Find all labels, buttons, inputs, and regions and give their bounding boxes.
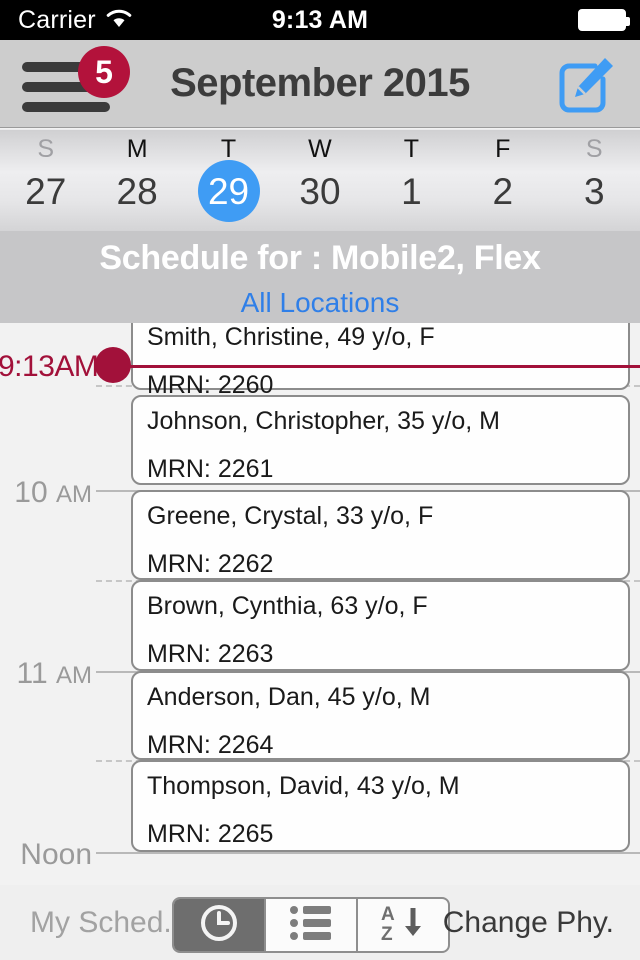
- appointment-card[interactable]: Brown, Cynthia, 63 y/o, F MRN: 2263: [131, 580, 630, 671]
- bottom-toolbar: My Sched. A Z Change Phy.: [0, 885, 640, 960]
- week-date-cell[interactable]: 27: [0, 162, 91, 220]
- list-icon: [289, 904, 333, 947]
- current-time-line: [125, 365, 640, 368]
- agenda-scroll-view[interactable]: 10 AM 11 AM Noon Smith, Christine, 49 y/…: [0, 323, 640, 885]
- schedule-for-label: Schedule for : Mobile2, Flex: [99, 239, 541, 277]
- hour-label-10am: 10 AM: [0, 478, 92, 508]
- appointment-card[interactable]: Greene, Crystal, 33 y/o, F MRN: 2262: [131, 490, 630, 580]
- patient-mrn: MRN: 2265: [147, 820, 274, 848]
- dow-label: F: [495, 135, 511, 163]
- hamburger-bar: [22, 101, 110, 112]
- segment-list-view[interactable]: [266, 899, 358, 951]
- date-number-selected: 29: [197, 160, 260, 223]
- week-date-cell-selected[interactable]: 29: [183, 160, 274, 223]
- appointment-card[interactable]: Smith, Christine, 49 y/o, F MRN: 2260: [131, 323, 630, 399]
- date-number: 3: [583, 170, 605, 212]
- view-mode-segmented-control[interactable]: A Z: [172, 897, 450, 953]
- date-number: 28: [116, 170, 158, 212]
- week-day-wednesday[interactable]: W: [274, 129, 365, 162]
- hour-divider-noon: [96, 852, 640, 854]
- week-day-tuesday[interactable]: T: [183, 129, 274, 162]
- hour-label-value: 11: [16, 657, 48, 690]
- status-bar: Carrier 9:13 AM: [0, 0, 640, 40]
- segment-timeline-view[interactable]: [174, 899, 266, 951]
- patient-mrn: MRN: 2263: [147, 640, 274, 668]
- date-number: 1: [401, 170, 422, 212]
- hamburger-menu-icon[interactable]: 5: [22, 45, 130, 114]
- current-time-label: 9:13AM: [0, 350, 99, 383]
- clock-icon: [199, 903, 239, 948]
- dow-label: S: [37, 135, 55, 163]
- dow-label: T: [220, 135, 237, 163]
- svg-text:Z: Z: [381, 924, 393, 944]
- battery-full-icon: [578, 9, 630, 31]
- week-day-friday[interactable]: F: [457, 129, 548, 162]
- notification-badge[interactable]: 5: [78, 45, 130, 98]
- segment-sort-alphabetical[interactable]: A Z: [358, 899, 448, 951]
- week-date-cell[interactable]: 1: [366, 162, 457, 220]
- dow-label: M: [126, 135, 148, 163]
- hour-label-11am: 11 AM: [0, 657, 93, 690]
- patient-mrn: MRN: 2262: [147, 550, 274, 578]
- week-date-cell[interactable]: 30: [274, 162, 365, 220]
- week-strip: S M T W T F S 27 28 29 30 1 2 3: [0, 129, 640, 231]
- week-dow-row: S M T W T F S: [0, 129, 640, 162]
- date-number: 27: [25, 170, 67, 212]
- hour-label-noon: Noon: [0, 840, 92, 870]
- appointment-card[interactable]: Thompson, David, 43 y/o, M MRN: 2265: [131, 760, 630, 852]
- hour-label-suffix: AM: [56, 662, 92, 689]
- sort-az-icon: A Z: [377, 902, 429, 949]
- patient-mrn: MRN: 2261: [147, 455, 274, 483]
- week-date-cell[interactable]: 2: [457, 162, 548, 220]
- date-number: 30: [299, 170, 341, 212]
- appointment-card[interactable]: Anderson, Dan, 45 y/o, M MRN: 2264: [131, 671, 630, 760]
- week-date-cell[interactable]: 3: [549, 162, 640, 220]
- week-day-sunday[interactable]: S: [0, 129, 91, 162]
- week-day-saturday[interactable]: S: [549, 129, 640, 162]
- dow-label: W: [308, 135, 332, 163]
- week-day-monday[interactable]: M: [91, 129, 182, 162]
- appointment-card[interactable]: Johnson, Christopher, 35 y/o, M MRN: 226…: [131, 395, 630, 485]
- patient-name: Johnson, Christopher, 35 y/o, M: [147, 407, 500, 435]
- patient-name: Greene, Crystal, 33 y/o, F: [147, 502, 434, 530]
- patient-name: Brown, Cynthia, 63 y/o, F: [147, 592, 428, 620]
- patient-name: Smith, Christine, 49 y/o, F: [147, 323, 435, 351]
- week-date-cell[interactable]: 28: [91, 162, 182, 220]
- dow-label: T: [403, 135, 420, 163]
- week-day-thursday[interactable]: T: [366, 129, 457, 162]
- compose-edit-icon[interactable]: [556, 53, 618, 115]
- current-time-dot: [95, 347, 131, 383]
- patient-name: Thompson, David, 43 y/o, M: [147, 772, 460, 800]
- schedule-header: Schedule for : Mobile2, Flex All Locatio…: [0, 231, 640, 323]
- date-number: 2: [492, 170, 514, 212]
- patient-mrn: MRN: 2264: [147, 731, 274, 759]
- hour-label-value: 10: [14, 476, 48, 509]
- carrier-label: Carrier: [18, 5, 96, 34]
- week-date-row: 27 28 29 30 1 2 3: [0, 160, 640, 223]
- all-locations-link[interactable]: All Locations: [0, 278, 640, 319]
- patient-name: Anderson, Dan, 45 y/o, M: [147, 683, 431, 711]
- change-physician-button[interactable]: Change Phy.: [443, 906, 614, 940]
- hour-label-value: Noon: [20, 838, 92, 871]
- hour-label-suffix: AM: [56, 481, 92, 508]
- status-bar-right: [578, 9, 630, 31]
- nav-bar: 5 September 2015: [0, 40, 640, 128]
- svg-text:A: A: [381, 904, 395, 925]
- my-schedule-button[interactable]: My Sched.: [30, 906, 172, 940]
- wifi-icon: [105, 7, 133, 34]
- dow-label: S: [585, 135, 603, 163]
- status-bar-left: Carrier: [18, 6, 133, 35]
